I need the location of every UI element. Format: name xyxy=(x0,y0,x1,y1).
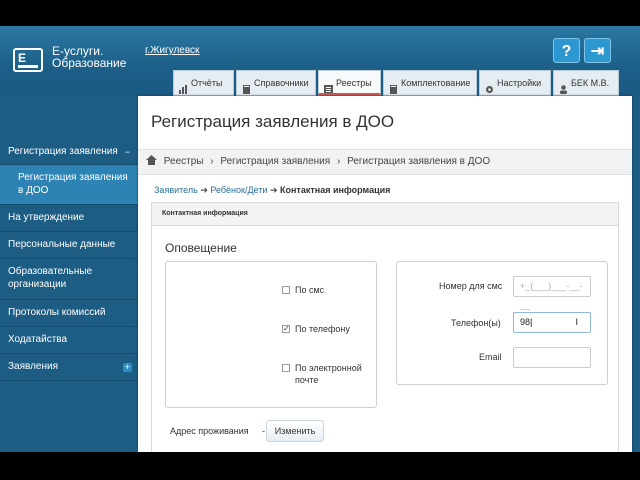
email-input[interactable] xyxy=(513,347,591,368)
phone-option-label: По телефону xyxy=(295,324,350,334)
collapse-icon[interactable]: − xyxy=(123,148,132,157)
sidebar-item-applications[interactable]: Заявления + xyxy=(0,354,138,381)
tab-staffing[interactable]: Комплектование xyxy=(383,70,477,96)
section-title: Оповещение xyxy=(165,241,237,255)
arrow-right-icon: ➔ xyxy=(200,185,208,195)
sms-number-label: Номер для смс xyxy=(439,281,503,291)
tab-label: Настройки xyxy=(497,78,542,88)
sidebar-item-protocols[interactable]: Протоколы комиссий xyxy=(0,300,138,327)
sms-option-label: По смс xyxy=(295,285,325,295)
notification-options-box: По смс ✓ По телефону По электронной почт… xyxy=(165,261,377,408)
sidebar-item-label: Образовательные организации xyxy=(8,266,93,290)
sms-number-input[interactable]: +_(___)___-__-__ xyxy=(513,276,591,310)
tab-label: Отчёты xyxy=(191,78,223,88)
expand-icon[interactable]: + xyxy=(123,363,132,372)
email-checkbox[interactable] xyxy=(282,364,290,372)
breadcrumb: Реестры › Регистрация заявления › Регист… xyxy=(138,149,632,175)
text-cursor-icon: I xyxy=(575,317,578,327)
logo-line-2: Образование xyxy=(52,56,127,70)
list-icon xyxy=(324,79,333,93)
contact-panel: Контактная информация Оповещение По смс … xyxy=(151,202,619,452)
logo-icon: E xyxy=(13,48,43,72)
address-value: - xyxy=(262,426,265,436)
tab-registries[interactable]: Реестры xyxy=(318,70,381,96)
sidebar-item-label: Протоколы комиссий xyxy=(8,307,106,318)
contact-fields-box: Номер для смс +_(___)___-__-__ Телефон(ы… xyxy=(396,261,608,385)
sidebar-item-label: На утверждение xyxy=(8,212,85,223)
user-icon xyxy=(559,79,568,95)
sidebar-item-label: Регистрация заявления xyxy=(8,146,118,157)
sidebar: Регистрация заявления − Регистрация заяв… xyxy=(0,139,138,381)
panel-title: Контактная информация xyxy=(152,203,618,226)
sidebar-item-registration[interactable]: Регистрация заявления − xyxy=(0,139,138,165)
tab-label: Комплектование xyxy=(401,78,471,88)
email-option-label: По электронной почте xyxy=(295,363,362,385)
sidebar-item-personal-data[interactable]: Персональные данные xyxy=(0,232,138,259)
tab-label: Справочники xyxy=(254,78,309,88)
arrow-right-icon: ➔ xyxy=(269,185,278,195)
tab-label: БЕК М.В. xyxy=(571,78,610,88)
sidebar-item-approval[interactable]: На утверждение xyxy=(0,205,138,232)
tab-references[interactable]: Справочники xyxy=(236,70,316,96)
gear-icon xyxy=(485,79,494,94)
page-title: Регистрация заявления в ДОО xyxy=(151,112,395,131)
breadcrumb-item[interactable]: Регистрация заявления xyxy=(220,156,330,167)
sidebar-item-label: Заявления xyxy=(8,361,59,372)
wizard-steps: Заявитель ➔ Ребёнок/Дети ➔ Контактная ин… xyxy=(154,185,390,196)
logo-text[interactable]: Е-услуги. Образование xyxy=(52,45,126,69)
book-icon xyxy=(242,79,251,95)
phone-checkbox[interactable]: ✓ xyxy=(282,325,290,333)
tab-user[interactable]: БЕК М.В. xyxy=(553,70,619,96)
step-contact: Контактная информация xyxy=(280,185,391,195)
chevron-right-icon: › xyxy=(336,156,341,167)
chart-icon xyxy=(179,79,188,95)
step-applicant[interactable]: Заявитель xyxy=(154,185,198,195)
sidebar-item-label: Регистрация заявления в ДОО xyxy=(18,172,128,196)
breadcrumb-item: Регистрация заявления в ДОО xyxy=(347,156,491,167)
book-icon xyxy=(389,79,398,95)
header: E Е-услуги. Образование г.Жигулевск ? ⇥ … xyxy=(0,26,640,96)
sidebar-item-organizations[interactable]: Образовательные организации xyxy=(0,259,138,300)
exit-icon[interactable]: ⇥ xyxy=(584,38,611,63)
change-address-button[interactable]: Изменить xyxy=(266,420,324,442)
sidebar-item-label: Ходатайства xyxy=(8,334,68,345)
tab-label: Реестры xyxy=(336,78,372,88)
city-link[interactable]: г.Жигулевск xyxy=(145,45,199,56)
sms-checkbox[interactable] xyxy=(282,286,290,294)
phone-label: Телефон(ы) xyxy=(451,318,501,328)
sidebar-item-petitions[interactable]: Ходатайства xyxy=(0,327,138,354)
address-label: Адрес проживания xyxy=(170,426,249,436)
main-content: Регистрация заявления в ДОО Реестры › Ре… xyxy=(138,96,632,452)
chevron-right-icon: › xyxy=(210,156,214,167)
step-child[interactable]: Ребёнок/Дети xyxy=(210,185,267,195)
tab-reports[interactable]: Отчёты xyxy=(173,70,234,96)
phone-input[interactable]: 98| I xyxy=(513,312,591,333)
phone-input-value: 98 xyxy=(520,317,531,327)
home-icon[interactable] xyxy=(146,155,157,167)
app-screen: E Е-услуги. Образование г.Жигулевск ? ⇥ … xyxy=(0,26,640,452)
tab-settings[interactable]: Настройки xyxy=(479,70,551,96)
breadcrumb-item[interactable]: Реестры xyxy=(164,156,204,167)
help-icon[interactable]: ? xyxy=(553,38,580,63)
sidebar-item-registration-doo[interactable]: Регистрация заявления в ДОО xyxy=(0,165,138,205)
email-label: Email xyxy=(479,352,502,362)
sidebar-item-label: Персональные данные xyxy=(8,239,116,250)
